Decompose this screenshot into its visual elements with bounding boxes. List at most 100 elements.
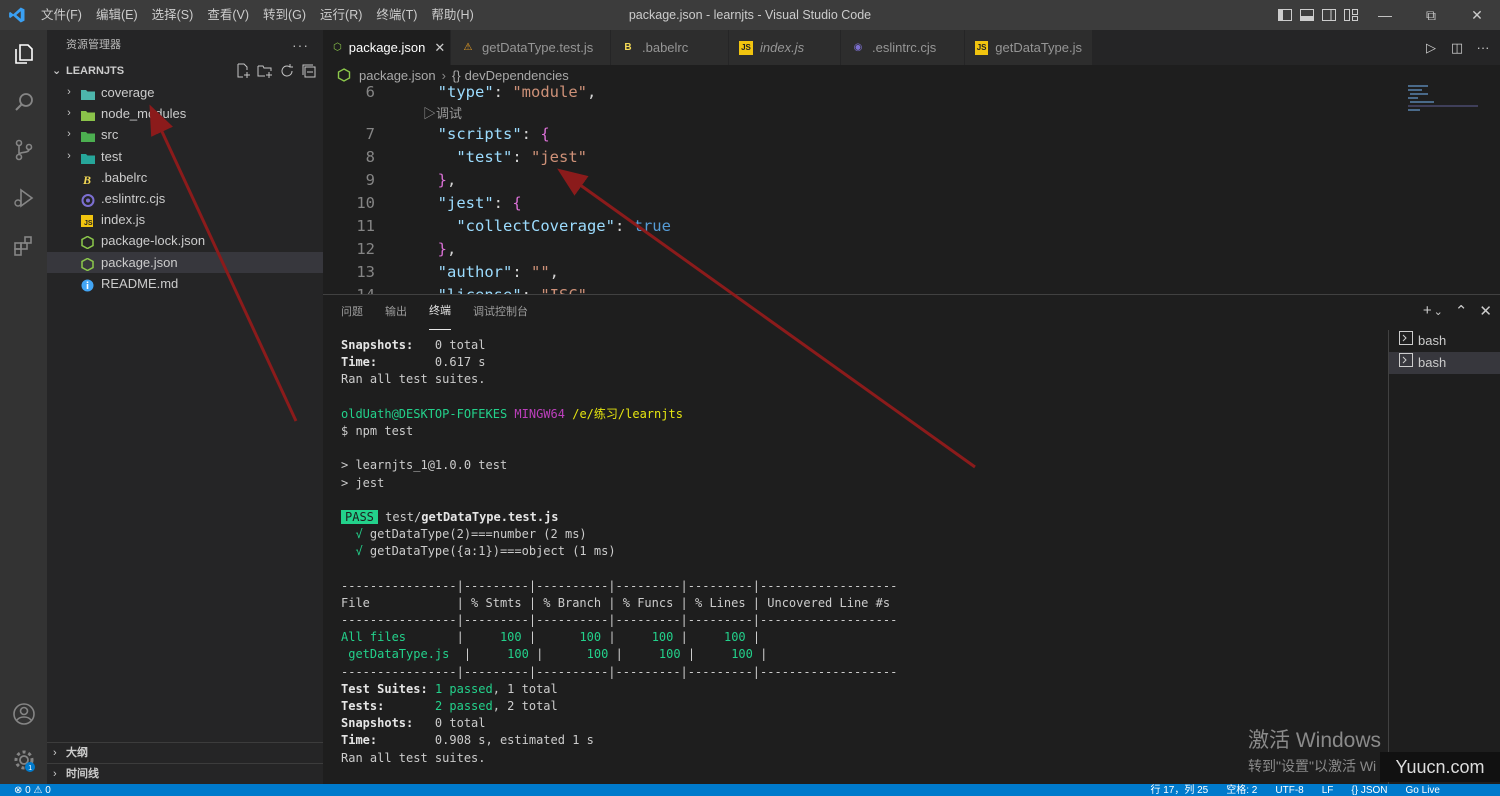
tree-item-test[interactable]: › test xyxy=(47,146,323,167)
tree-item-package-json[interactable]: package.json xyxy=(47,251,323,273)
terminal-text: 0 total xyxy=(413,716,486,731)
split-editor-icon[interactable]: ◫ xyxy=(1446,40,1468,56)
explorer-icon[interactable] xyxy=(0,30,47,78)
code-token: : xyxy=(522,286,541,294)
debug-codelens[interactable]: ▷调试 xyxy=(423,103,462,122)
panel-tab[interactable]: 输出 xyxy=(385,295,407,330)
menu-item[interactable]: 帮助(H) xyxy=(424,0,480,30)
tree-item-src[interactable]: › src xyxy=(47,124,323,145)
tab-babelrc[interactable]: B .babelrc xyxy=(611,30,729,65)
status-item[interactable]: UTF-8 xyxy=(1275,784,1303,796)
breadcrumb-file[interactable]: package.json xyxy=(359,68,436,83)
menu-item[interactable]: 运行(R) xyxy=(313,0,369,30)
refresh-icon[interactable] xyxy=(279,63,295,79)
terminal-text: MINGW64 xyxy=(514,406,565,421)
terminal-line: Time: 0.908 s, estimated 1 s xyxy=(341,732,1381,749)
terminal-output[interactable]: Snapshots: 0 total Time: 0.617 s Ran all t… xyxy=(341,337,1381,767)
chevron-right-icon: › xyxy=(53,768,57,780)
panel-tab[interactable]: 调试控制台 xyxy=(473,295,528,330)
status-bar: ⊗ 0 ⚠ 0 行 17，列 25 空格: 2 UTF-8 LF {} JSON Go L… xyxy=(0,784,1500,796)
close-window-button[interactable]: ✕ xyxy=(1454,0,1500,30)
status-item[interactable]: LF xyxy=(1322,784,1334,796)
maximize-panel-icon[interactable]: ⌃ xyxy=(1455,302,1468,320)
restore-button[interactable]: ⧉ xyxy=(1408,0,1454,30)
manage-gear-icon[interactable]: 1 xyxy=(0,736,47,784)
terminal-instance-label: bash xyxy=(1418,355,1447,370)
terminal-text: getDataType.js xyxy=(341,647,450,662)
tree-item-readme-md[interactable]: README.md xyxy=(47,273,323,294)
accounts-icon[interactable] xyxy=(0,690,47,738)
status-item[interactable]: {} JSON xyxy=(1351,784,1387,796)
node-icon xyxy=(81,256,95,271)
new-file-icon[interactable] xyxy=(235,63,251,79)
source-control-icon[interactable] xyxy=(0,126,47,174)
terminal-text: File | % Stmts | % Branch | % Funcs | % … xyxy=(341,595,891,610)
toggle-secondary-sidebar-icon[interactable] xyxy=(1318,0,1340,30)
more-icon[interactable]: ··· xyxy=(1472,40,1494,55)
line-number: 10 xyxy=(356,194,375,212)
outline-section[interactable]: › 大纲 xyxy=(47,742,323,763)
toggle-panel-icon[interactable] xyxy=(1296,0,1318,30)
menu-item[interactable]: 编辑(E) xyxy=(89,0,145,30)
terminal-line: All files | 100 | 100 | 100 | 100 | xyxy=(341,629,1381,646)
tree-item-node-modules[interactable]: › node_modules xyxy=(47,103,323,124)
close-tab-icon[interactable]: ✕ xyxy=(434,40,445,56)
run-icon[interactable]: ▷ xyxy=(1420,40,1442,56)
tab-getdatatype-js[interactable]: JS getDataType.js xyxy=(965,30,1093,65)
panel-tab[interactable]: 问题 xyxy=(341,295,363,330)
extensions-icon[interactable] xyxy=(0,222,47,270)
status-item[interactable]: 空格: 2 xyxy=(1226,784,1257,796)
code-token: "jest" xyxy=(437,194,494,212)
panel-tab[interactable]: 终端 xyxy=(429,295,451,330)
close-panel-icon[interactable]: ✕ xyxy=(1479,302,1492,320)
terminal-instance[interactable]: bash xyxy=(1389,330,1500,352)
terminal-instance[interactable]: bash xyxy=(1389,352,1500,374)
code-editor[interactable]: ▷调试 6 "type": "module", 7 "scripts": {8 "… xyxy=(323,85,1500,294)
minimap[interactable] xyxy=(1408,85,1486,125)
terminal-text: | xyxy=(608,647,659,662)
vscode-window: 文件(F) 编辑(E) 选择(S) 查看(V) 转到(G) 运行(R) 终端(T) 帮助(H)… xyxy=(0,0,1500,796)
status-item[interactable]: 行 17，列 25 xyxy=(1150,784,1208,796)
search-icon[interactable] xyxy=(0,78,47,126)
minimize-button[interactable]: — xyxy=(1362,0,1408,30)
more-actions-icon[interactable]: ··· xyxy=(292,30,309,60)
code-token: true xyxy=(633,217,671,235)
workspace-folder-header[interactable]: ⌄ LEARNJTS xyxy=(47,60,323,82)
tab-package-json[interactable]: ⬡ package.json ✕ xyxy=(323,30,451,65)
tree-item-index-js[interactable]: JS index.js xyxy=(47,209,323,230)
tree-item-coverage[interactable]: › coverage xyxy=(47,82,323,103)
tree-item-eslintrc-cjs[interactable]: .eslintrc.cjs xyxy=(47,188,323,209)
status-item[interactable]: Go Live xyxy=(1406,784,1440,796)
test-icon: ⚠ xyxy=(463,42,473,53)
new-folder-icon[interactable] xyxy=(257,63,273,79)
problems-indicator[interactable]: ⊗ 0 ⚠ 0 xyxy=(14,784,51,796)
terminal-text: 100 xyxy=(579,630,602,645)
new-terminal-icon[interactable]: + xyxy=(1423,302,1432,320)
collapse-all-icon[interactable] xyxy=(301,63,317,79)
menu-item[interactable]: 查看(V) xyxy=(200,0,256,30)
code-token: : xyxy=(493,194,513,212)
outline-label: 大纲 xyxy=(66,747,88,759)
breadcrumb-node[interactable]: devDependencies xyxy=(465,68,569,83)
terminal-text: Ran all test suites. xyxy=(341,372,486,387)
tab-eslintrc-cjs[interactable]: ◉ .eslintrc.cjs xyxy=(841,30,965,65)
timeline-section[interactable]: › 时间线 xyxy=(47,763,323,784)
toggle-sidebar-icon[interactable] xyxy=(1274,0,1296,30)
pass-badge: PASS xyxy=(341,509,378,524)
menu-item[interactable]: 文件(F) xyxy=(34,0,89,30)
run-debug-icon[interactable] xyxy=(0,174,47,222)
terminal-text: getDataType.test.js xyxy=(421,509,559,524)
chevron-down-icon[interactable]: ⌄ xyxy=(1434,305,1443,320)
menu-item[interactable]: 转到(G) xyxy=(256,0,313,30)
menu-item[interactable]: 终端(T) xyxy=(369,0,424,30)
terminal-text: √ xyxy=(355,527,363,542)
menu-item[interactable]: 选择(S) xyxy=(145,0,201,30)
tab-getdatatype-test-js[interactable]: ⚠ getDataType.test.js xyxy=(451,30,611,65)
tree-item-babelrc[interactable]: B .babelrc xyxy=(47,167,323,188)
customize-layout-icon[interactable] xyxy=(1340,0,1362,30)
js-icon: JS xyxy=(81,213,95,228)
code-line: "jest": { xyxy=(419,194,522,212)
tab-index-js[interactable]: JS index.js xyxy=(729,30,841,65)
code-token: "scripts" xyxy=(437,125,522,143)
tree-item-package-lock-json[interactable]: package-lock.json xyxy=(47,230,323,251)
